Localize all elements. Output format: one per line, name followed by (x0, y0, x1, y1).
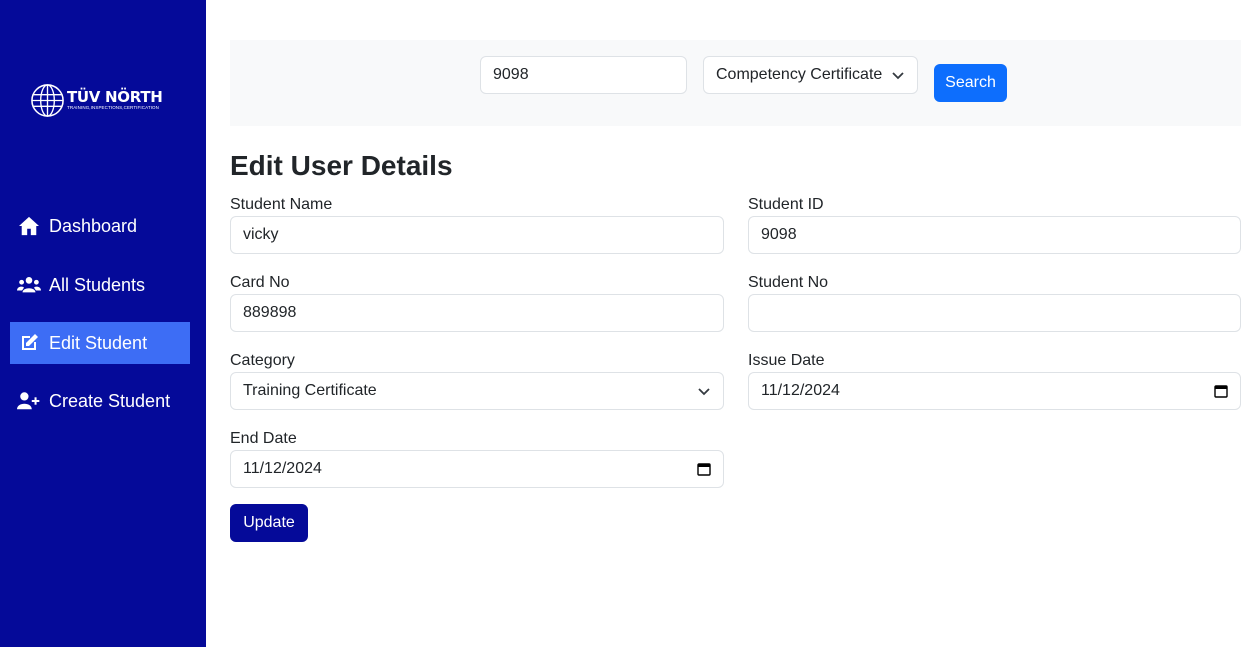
search-input[interactable] (480, 56, 687, 94)
edit-icon (17, 333, 41, 353)
student-no-field[interactable] (748, 294, 1241, 332)
sidebar-item-all-students[interactable]: All Students (10, 264, 190, 306)
home-icon (17, 216, 41, 236)
issue-date-field[interactable]: 11/12/2024 (748, 372, 1241, 410)
student-no-label: Student No (748, 274, 829, 291)
card-no-field[interactable] (230, 294, 724, 332)
sidebar-item-label: Dashboard (49, 215, 138, 236)
globe-icon (31, 83, 64, 117)
sidebar-item-label: All Students (49, 274, 146, 295)
end-date-label: End Date (230, 430, 297, 447)
category-label: Category (230, 352, 295, 369)
sidebar-item-create-student[interactable]: Create Student (10, 380, 190, 422)
student-name-label: Student Name (230, 196, 333, 213)
category-select[interactable]: Training Certificate (230, 372, 724, 410)
chevron-down-icon (892, 72, 904, 80)
sidebar-item-label: Edit Student (49, 332, 148, 353)
sidebar: TÜV NÖRTH TRAINING,INSPECTIONS,CERTIFICA… (0, 0, 206, 647)
issue-date-value: 11/12/2024 (761, 382, 840, 399)
page-title: Edit User Details (230, 150, 453, 181)
end-date-field[interactable]: 11/12/2024 (230, 450, 724, 488)
student-id-label: Student ID (748, 196, 824, 213)
card-no-label: Card No (230, 274, 290, 291)
brand-tagline: TRAINING,INSPECTIONS,CERTIFICATION (67, 105, 159, 110)
student-id-field[interactable] (748, 216, 1241, 254)
brand-name: TÜV NÖRTH (67, 88, 163, 106)
update-button[interactable]: Update (230, 504, 308, 542)
user-plus-icon (17, 391, 41, 411)
category-value: Training Certificate (243, 382, 377, 399)
student-name-field[interactable] (230, 216, 724, 254)
brand-logo[interactable]: TÜV NÖRTH TRAINING,INSPECTIONS,CERTIFICA… (30, 82, 170, 118)
sidebar-item-label: Create Student (49, 390, 171, 411)
search-button[interactable]: Search (934, 64, 1007, 102)
sidebar-item-dashboard[interactable]: Dashboard (10, 205, 190, 247)
calendar-icon[interactable] (1214, 384, 1228, 398)
calendar-icon[interactable] (697, 462, 711, 476)
users-icon (17, 275, 41, 295)
certificate-type-value: Competency Certificate (716, 66, 883, 83)
issue-date-label: Issue Date (748, 352, 825, 369)
chevron-down-icon (698, 388, 710, 396)
sidebar-item-edit-student[interactable]: Edit Student (10, 322, 190, 364)
certificate-type-select[interactable]: Competency Certificate (703, 56, 918, 94)
end-date-value: 11/12/2024 (243, 460, 322, 477)
